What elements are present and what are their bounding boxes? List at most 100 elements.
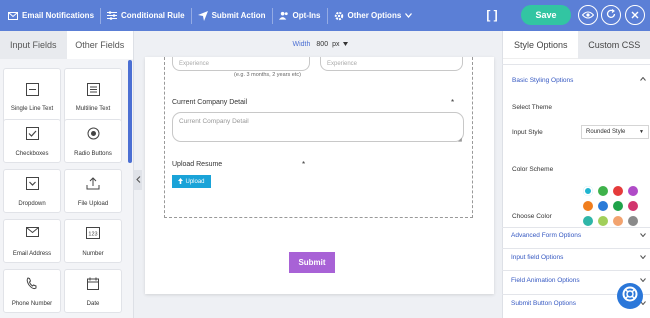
field-label: Number bbox=[82, 251, 104, 257]
other-options-button[interactable]: Other Options bbox=[328, 0, 419, 31]
style-panel: Style Options Custom CSS Basic Styling O… bbox=[502, 31, 650, 318]
help-button[interactable] bbox=[617, 283, 643, 309]
company-placeholder: Current Company Detail bbox=[179, 118, 249, 125]
experience-input-1[interactable]: Experience bbox=[172, 57, 310, 71]
other-options-label: Other Options bbox=[347, 11, 402, 20]
close-button[interactable] bbox=[625, 5, 645, 25]
color-swatch[interactable] bbox=[613, 186, 623, 196]
field-label: Date bbox=[86, 301, 100, 307]
tab-custom-css[interactable]: Custom CSS bbox=[578, 31, 650, 59]
required-mark: * bbox=[302, 160, 306, 169]
field-animation-options-header[interactable]: Field Animation Options bbox=[511, 277, 580, 284]
color-swatch[interactable] bbox=[598, 201, 608, 211]
sliders-icon bbox=[107, 11, 118, 21]
field-email-address[interactable]: Email Address bbox=[3, 219, 61, 263]
field-label: Dropdown bbox=[18, 201, 46, 207]
field-number[interactable]: 123 Number bbox=[64, 219, 122, 263]
tab-input-fields[interactable]: Input Fields bbox=[0, 31, 67, 59]
caret-down-icon: ▼ bbox=[639, 129, 644, 135]
calendar-icon bbox=[65, 277, 121, 293]
eye-icon bbox=[581, 6, 595, 24]
upload-button-label: Upload bbox=[185, 178, 205, 185]
tab-other-fields[interactable]: Other Fields bbox=[66, 31, 133, 59]
close-icon bbox=[631, 6, 639, 24]
field-checkboxes[interactable]: Checkboxes bbox=[3, 119, 61, 163]
color-scheme-label: Color Scheme bbox=[512, 166, 554, 173]
save-button[interactable]: Save bbox=[521, 5, 571, 25]
field-label: Radio Buttons bbox=[74, 151, 112, 157]
color-swatch[interactable] bbox=[583, 201, 593, 211]
submit-action-button[interactable]: Submit Action bbox=[192, 0, 272, 31]
input-style-value: Rounded Style bbox=[586, 129, 626, 135]
upload-arrow-icon bbox=[178, 177, 184, 186]
input-field-options-header[interactable]: Input field Options bbox=[511, 254, 563, 261]
submit-action-label: Submit Action bbox=[211, 11, 266, 20]
color-swatch[interactable] bbox=[628, 201, 638, 211]
field-label: Phone Number bbox=[11, 301, 53, 307]
style-tabs: Style Options Custom CSS bbox=[503, 31, 650, 59]
width-unit-select[interactable]: px bbox=[332, 41, 339, 48]
color-swatch[interactable] bbox=[598, 216, 608, 226]
field-date[interactable]: Date bbox=[64, 269, 122, 313]
reset-button[interactable] bbox=[601, 5, 621, 25]
upload-button[interactable]: Upload bbox=[172, 175, 211, 188]
tab-style-options[interactable]: Style Options bbox=[503, 31, 579, 59]
chevron-up-icon bbox=[640, 76, 646, 83]
experience-input-2[interactable]: Experience bbox=[320, 57, 463, 71]
chevron-left-icon bbox=[135, 175, 141, 185]
submit-button[interactable]: Submit bbox=[289, 252, 335, 273]
fullscreen-toggle-button[interactable]: [ ] bbox=[483, 6, 501, 24]
experience-placeholder: Experience bbox=[327, 60, 358, 67]
resume-field-label: Upload Resume bbox=[172, 161, 223, 168]
users-icon bbox=[278, 11, 289, 21]
color-swatch[interactable] bbox=[628, 186, 638, 196]
email-notifications-label: Email Notifications bbox=[22, 11, 95, 20]
company-textarea[interactable]: Current Company Detail bbox=[172, 112, 464, 142]
phone-icon bbox=[4, 277, 60, 293]
single-line-text-icon bbox=[4, 83, 60, 99]
color-swatch[interactable] bbox=[583, 186, 593, 196]
field-label: Email Address bbox=[12, 251, 52, 257]
color-swatch[interactable] bbox=[628, 216, 638, 226]
field-file-upload[interactable]: File Upload bbox=[64, 169, 122, 213]
field-phone-number[interactable]: Phone Number bbox=[3, 269, 61, 313]
preview-button[interactable] bbox=[578, 5, 598, 25]
input-style-select[interactable]: Rounded Style ▼ bbox=[581, 125, 649, 139]
send-icon bbox=[197, 10, 208, 21]
opt-ins-button[interactable]: Opt-Ins bbox=[273, 0, 327, 31]
color-swatch[interactable] bbox=[613, 201, 623, 211]
divider bbox=[502, 227, 650, 228]
field-dropdown[interactable]: Dropdown bbox=[3, 169, 61, 213]
collapse-panel-button[interactable] bbox=[134, 170, 142, 190]
chevron-down-icon bbox=[640, 233, 646, 239]
resize-handle-icon[interactable]: ◢ bbox=[458, 137, 462, 143]
required-mark: * bbox=[451, 98, 455, 107]
lifebuoy-icon bbox=[622, 286, 638, 307]
gear-icon bbox=[334, 11, 344, 21]
submit-button-options-header[interactable]: Submit Button Options bbox=[511, 300, 576, 307]
divider bbox=[502, 64, 650, 65]
color-swatch[interactable] bbox=[583, 216, 593, 226]
basic-styling-header[interactable]: Basic Styling Options bbox=[512, 77, 573, 84]
color-swatch[interactable] bbox=[598, 186, 608, 196]
width-label: Width bbox=[292, 40, 311, 48]
company-field-label: Current Company Detail bbox=[172, 99, 248, 106]
choose-color-label: Choose Color bbox=[512, 213, 552, 220]
chevron-down-icon bbox=[640, 255, 646, 261]
upload-icon bbox=[65, 177, 121, 193]
color-swatch[interactable] bbox=[613, 216, 623, 226]
fields-scrollbar[interactable] bbox=[128, 60, 132, 163]
email-icon bbox=[4, 227, 60, 243]
radio-icon bbox=[65, 127, 121, 143]
chevron-down-icon bbox=[640, 278, 646, 284]
experience-placeholder: Experience bbox=[179, 60, 210, 67]
field-label: Multiline Text bbox=[75, 106, 111, 112]
chevron-down-icon bbox=[405, 11, 413, 20]
width-input[interactable]: 800 bbox=[316, 41, 328, 48]
chevron-down-icon bbox=[342, 41, 348, 48]
advanced-form-options-header[interactable]: Advanced Form Options bbox=[511, 232, 581, 239]
canvas-width-control: Width 800 px bbox=[142, 31, 498, 57]
field-radio-buttons[interactable]: Radio Buttons bbox=[64, 119, 122, 163]
conditional-rule-button[interactable]: Conditional Rule bbox=[101, 0, 191, 31]
email-notifications-button[interactable]: Email Notifications bbox=[0, 0, 100, 31]
